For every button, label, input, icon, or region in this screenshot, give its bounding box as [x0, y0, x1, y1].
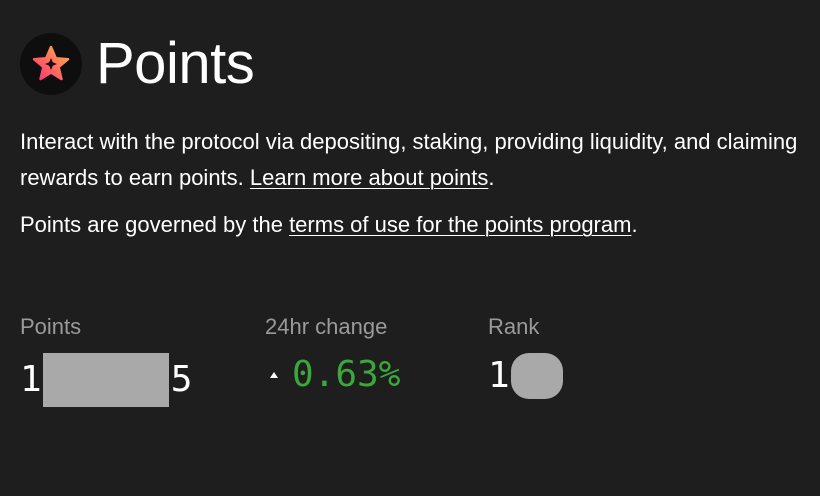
star-badge-icon	[20, 33, 82, 95]
rank-stat: Rank 1	[488, 313, 563, 399]
change-label: 24hr change	[265, 314, 388, 339]
period: .	[631, 212, 638, 237]
change-stat: 24hr change 0.63%	[265, 313, 400, 397]
rank-label: Rank	[488, 314, 540, 339]
rank-value-prefix: 1	[488, 355, 510, 396]
points-label: Points	[20, 314, 82, 339]
redaction-block	[42, 353, 169, 407]
rank-value: 1	[488, 353, 563, 399]
terms-of-use-link[interactable]: terms of use for the points program	[289, 212, 631, 237]
points-value-suffix: 5	[170, 359, 193, 400]
page-title: Points	[96, 31, 255, 96]
terms-paragraph: Points are governed by the terms of use …	[20, 207, 816, 243]
points-value-prefix: 1	[20, 359, 42, 400]
points-value: 1 5	[20, 353, 192, 407]
learn-more-link[interactable]: Learn more about points	[250, 165, 489, 190]
period: .	[488, 165, 495, 190]
description: Interact with the protocol via depositin…	[20, 124, 816, 243]
terms-text: Points are governed by the	[20, 212, 290, 237]
description-paragraph: Interact with the protocol via depositin…	[20, 124, 816, 196]
page-header: Points	[20, 31, 255, 96]
redaction-block	[510, 353, 563, 399]
change-value: 0.63%	[265, 353, 400, 397]
change-percent: 0.63%	[292, 354, 401, 395]
caret-up-icon	[270, 372, 278, 378]
points-stat: Points 1 5	[20, 313, 192, 407]
